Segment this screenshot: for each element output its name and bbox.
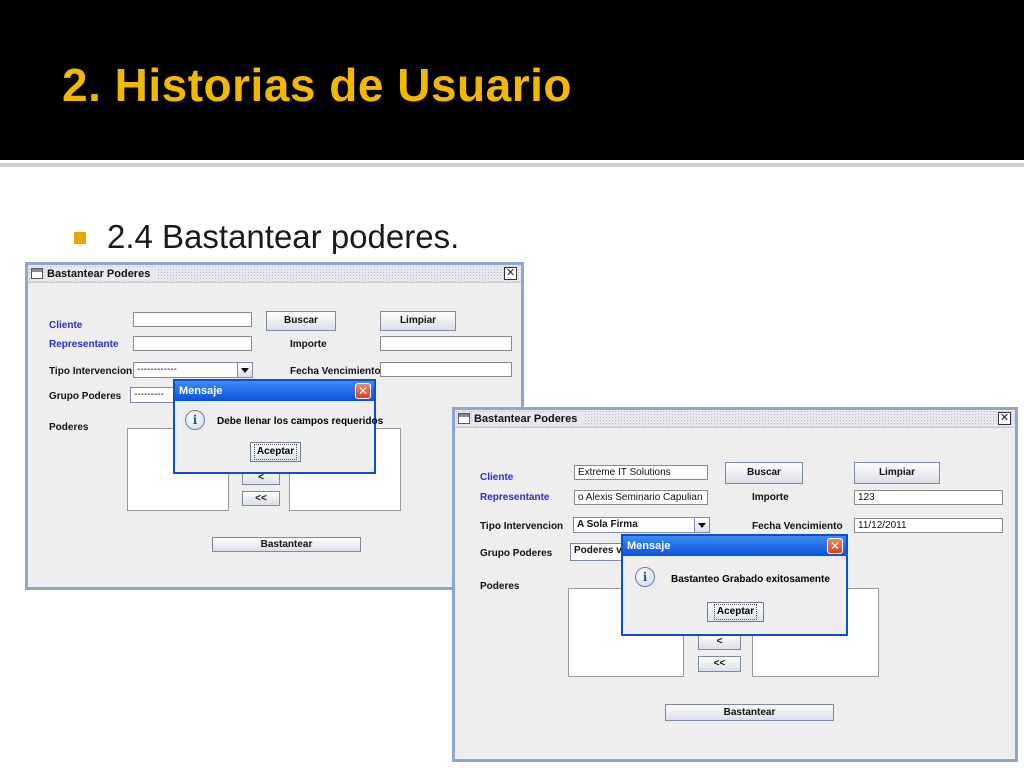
grupo-poderes-label: Grupo Poderes bbox=[49, 391, 122, 402]
window-titlebar[interactable]: Bastantear Poderes ✕ bbox=[28, 265, 521, 283]
poderes-label: Poderes bbox=[49, 422, 89, 433]
window-titlebar[interactable]: Bastantear Poderes ✕ bbox=[455, 410, 1015, 428]
cliente-input[interactable] bbox=[133, 312, 252, 327]
representante-input[interactable] bbox=[133, 336, 252, 351]
fecha-vencimiento-label: Fecha Vencimiento bbox=[290, 366, 381, 377]
poderes-label: Poderes bbox=[480, 581, 520, 592]
dialog-message: Debe llenar los campos requeridos bbox=[217, 416, 384, 427]
window-icon bbox=[458, 413, 470, 424]
window-title: Bastantear Poderes bbox=[47, 267, 157, 281]
move-all-left-button[interactable]: << bbox=[698, 656, 741, 672]
bastantear-button[interactable]: Bastantear bbox=[212, 537, 361, 552]
fecha-vencimiento-input[interactable]: 11/12/2011 bbox=[854, 518, 1003, 533]
bastantear-button[interactable]: Bastantear bbox=[665, 704, 834, 721]
aceptar-button[interactable]: Aceptar bbox=[707, 602, 764, 622]
grupo-poderes-value: --------- bbox=[134, 389, 164, 400]
window-icon bbox=[31, 268, 43, 279]
mensaje-dialog-2: Mensaje ✕ i Bastanteo Grabado exitosamen… bbox=[621, 534, 848, 636]
aceptar-button[interactable]: Aceptar bbox=[250, 442, 301, 462]
move-left-button[interactable]: < bbox=[698, 634, 741, 650]
importe-label: Importe bbox=[752, 492, 789, 503]
dialog-message: Bastanteo Grabado exitosamente bbox=[671, 574, 830, 585]
close-icon[interactable]: ✕ bbox=[355, 383, 371, 399]
cliente-label: Cliente bbox=[480, 472, 514, 483]
fecha-vencimiento-label: Fecha Vencimiento bbox=[752, 521, 843, 532]
slide-title: 2. Historias de Usuario bbox=[62, 59, 572, 111]
aceptar-label: Aceptar bbox=[253, 444, 298, 460]
tipo-intervencion-label: Tipo Intervencion bbox=[49, 366, 133, 377]
representante-label: Representante bbox=[480, 492, 550, 503]
buscar-button[interactable]: Buscar bbox=[266, 311, 336, 331]
move-all-left-button[interactable]: << bbox=[242, 491, 280, 506]
close-icon[interactable]: ✕ bbox=[504, 267, 517, 280]
representante-input[interactable]: o Alexis Seminario Capulian bbox=[574, 490, 708, 505]
info-icon: i bbox=[185, 410, 205, 430]
window-title: Bastantear Poderes bbox=[474, 412, 584, 426]
bullet-text: 2.4 Bastantear poderes. bbox=[107, 218, 460, 254]
grupo-poderes-select[interactable]: --------- bbox=[130, 387, 176, 403]
mensaje-dialog-1: Mensaje ✕ i Debe llenar los campos reque… bbox=[173, 379, 383, 474]
dialog-title[interactable]: Mensaje bbox=[175, 381, 374, 401]
header-divider bbox=[0, 163, 1024, 167]
fecha-vencimiento-input[interactable] bbox=[380, 362, 512, 377]
grupo-poderes-label: Grupo Poderes bbox=[480, 548, 553, 559]
importe-label: Importe bbox=[290, 339, 327, 350]
importe-input[interactable]: 123 bbox=[854, 490, 1003, 505]
cliente-input[interactable]: Extreme IT Solutions bbox=[574, 465, 708, 480]
chevron-down-icon[interactable] bbox=[694, 518, 709, 532]
tipo-intervencion-value: A Sola Firma bbox=[577, 519, 638, 530]
grupo-poderes-value: Poderes v bbox=[574, 545, 622, 556]
representante-label: Representante bbox=[49, 339, 119, 350]
tipo-intervencion-value: ------------ bbox=[137, 364, 177, 375]
limpiar-button[interactable]: Limpiar bbox=[854, 462, 940, 484]
chevron-down-icon[interactable] bbox=[237, 363, 252, 377]
aceptar-label: Aceptar bbox=[713, 604, 758, 620]
cliente-label: Cliente bbox=[49, 320, 83, 331]
limpiar-button[interactable]: Limpiar bbox=[380, 311, 456, 331]
tipo-intervencion-select[interactable]: A Sola Firma bbox=[573, 517, 710, 533]
importe-input[interactable] bbox=[380, 336, 512, 351]
close-icon[interactable]: ✕ bbox=[998, 412, 1011, 425]
dialog-title[interactable]: Mensaje bbox=[623, 536, 846, 556]
tipo-intervencion-select[interactable]: ------------ bbox=[133, 362, 253, 378]
bullet-square-icon bbox=[74, 232, 86, 244]
buscar-button[interactable]: Buscar bbox=[725, 462, 803, 484]
info-icon: i bbox=[635, 567, 655, 587]
slide-header: 2. Historias de Usuario bbox=[0, 0, 1024, 160]
tipo-intervencion-label: Tipo Intervencion bbox=[480, 521, 564, 532]
close-icon[interactable]: ✕ bbox=[827, 538, 843, 554]
